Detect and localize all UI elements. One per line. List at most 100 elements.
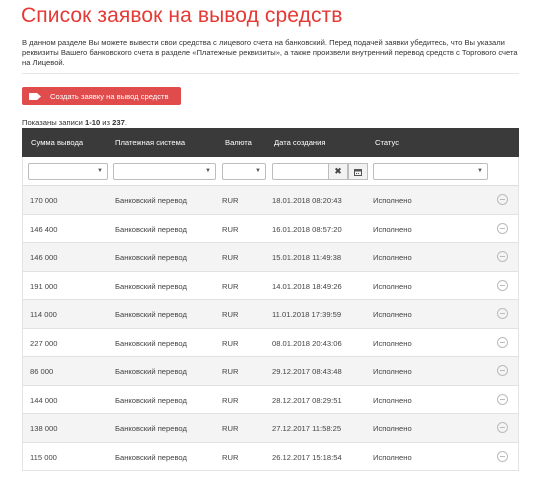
date-cell: 08.01.2018 20:43:06 [272, 338, 342, 348]
payment-system-cell: Банковский перевод [115, 424, 187, 433]
date-cell: 29.12.2017 08:43:48 [272, 367, 342, 376]
row-action-icon[interactable] [497, 251, 508, 262]
date-filter-input[interactable]: ✖ [272, 163, 368, 180]
payment-system-cell: Банковский перевод [115, 452, 187, 462]
date-cell: 11.01.2018 17:39:59 [272, 310, 342, 319]
table-row: 114 000 Банковский перевод RUR 11.01.2018 1… [22, 300, 519, 329]
tag-icon [29, 92, 41, 100]
column-currency[interactable]: Валюта [225, 138, 252, 147]
payment-system-cell: Банковский перевод [115, 310, 187, 319]
table-row: 146 400 Банковский перевод RUR 16.01.2018 0… [22, 214, 519, 243]
amount-cell: 227 000 [30, 338, 58, 348]
create-withdrawal-button[interactable]: Создать заявку на вывод средств [22, 87, 181, 105]
divider [22, 73, 519, 74]
table-row: 227 000 Банковский перевод RUR 08.01.2018 2… [22, 328, 519, 357]
currency-cell: RUR [222, 310, 239, 319]
filter-row: ▼ ▼ ▼ ✖ ▼ [22, 157, 519, 186]
clear-date-button[interactable]: ✖ [328, 163, 348, 180]
records-suffix: . [124, 118, 127, 127]
table-row: 115 000 Банковский перевод RUR 26.12.2017 1… [22, 442, 519, 471]
status-cell: Исполнено [373, 253, 412, 262]
amount-cell: 191 000 [30, 281, 58, 291]
status-cell: Исполнено [373, 395, 412, 405]
payment-system-cell: Банковский перевод [115, 338, 187, 348]
amount-cell: 115 000 [30, 452, 57, 462]
payment-system-cell: Банковский перевод [115, 367, 187, 376]
row-action-icon[interactable] [497, 308, 508, 319]
currency-cell: RUR [222, 424, 239, 433]
chevron-down-icon: ▼ [255, 168, 261, 174]
status-cell: Исполнено [373, 281, 412, 291]
amount-cell: 146 400 [30, 224, 58, 234]
records-total: 237 [112, 118, 125, 127]
records-info: Показаны записи 1-10 из 237. [22, 118, 127, 127]
table-row: 144 000 Банковский перевод RUR 28.12.2017 0… [22, 385, 519, 414]
currency-cell: RUR [222, 196, 239, 205]
table-row: 86 000 Банковский перевод RUR 29.12.2017 08… [22, 357, 519, 386]
chevron-down-icon: ▼ [97, 168, 103, 174]
column-date[interactable]: Дата создания [274, 138, 325, 147]
status-cell: Исполнено [373, 310, 412, 319]
calendar-button[interactable] [348, 163, 368, 180]
column-status[interactable]: Статус [375, 138, 399, 147]
currency-cell: RUR [222, 452, 239, 462]
row-action-icon[interactable] [497, 450, 508, 462]
calendar-icon [354, 168, 362, 176]
status-cell: Исполнено [373, 338, 412, 348]
chevron-down-icon: ▼ [477, 168, 483, 174]
currency-cell: RUR [222, 338, 239, 348]
amount-cell: 170 000 [30, 196, 58, 205]
create-withdrawal-label: Создать заявку на вывод средств [50, 91, 169, 101]
amount-filter-select[interactable]: ▼ [28, 163, 108, 180]
date-cell: 15.01.2018 11:49:38 [272, 253, 342, 262]
table-row: 146 000 Банковский перевод RUR 15.01.2018 1… [22, 243, 519, 272]
currency-cell: RUR [222, 367, 239, 376]
row-action-icon[interactable] [497, 279, 508, 291]
column-payment-system[interactable]: Платежная система [115, 138, 185, 147]
row-action-icon[interactable] [497, 222, 508, 234]
row-action-icon[interactable] [497, 365, 508, 376]
amount-cell: 138 000 [30, 424, 58, 433]
amount-cell: 114 000 [30, 310, 57, 319]
amount-cell: 144 000 [30, 395, 58, 405]
table-row: 138 000 Банковский перевод RUR 27.12.2017 1… [22, 414, 519, 443]
payment-system-cell: Банковский перевод [115, 281, 187, 291]
payment-system-cell: Банковский перевод [115, 253, 187, 262]
table-body: 170 000 Банковский перевод RUR 18.01.2018 0… [22, 186, 519, 471]
currency-cell: RUR [222, 395, 239, 405]
amount-cell: 146 000 [30, 253, 58, 262]
row-action-icon[interactable] [497, 393, 508, 405]
status-cell: Исполнено [373, 224, 412, 234]
status-cell: Исполнено [373, 367, 412, 376]
column-amount[interactable]: Сумма вывода [31, 138, 83, 147]
payment-system-filter-select[interactable]: ▼ [113, 163, 216, 180]
status-cell: Исполнено [373, 452, 412, 462]
withdrawals-table: Сумма вывода Платежная система Валюта Да… [22, 128, 519, 471]
intro-text: В данном разделе Вы можете вывести свои … [22, 38, 518, 67]
table-header: Сумма вывода Платежная система Валюта Да… [22, 128, 519, 157]
status-cell: Исполнено [373, 424, 412, 433]
table-row: 170 000 Банковский перевод RUR 18.01.2018 0… [22, 186, 519, 215]
currency-filter-select[interactable]: ▼ [222, 163, 266, 180]
table-row: 191 000 Банковский перевод RUR 14.01.2018 1… [22, 271, 519, 300]
payment-system-cell: Банковский перевод [115, 395, 187, 405]
date-cell: 16.01.2018 08:57:20 [272, 224, 342, 234]
status-filter-select[interactable]: ▼ [373, 163, 488, 180]
records-prefix: Показаны записи [22, 118, 85, 127]
amount-cell: 86 000 [30, 367, 54, 376]
currency-cell: RUR [222, 224, 239, 234]
currency-cell: RUR [222, 253, 239, 262]
records-range: 1-10 [84, 118, 101, 127]
close-icon: ✖ [334, 166, 342, 176]
date-cell: 28.12.2017 08:29:51 [272, 395, 342, 405]
payment-system-cell: Банковский перевод [115, 224, 187, 234]
chevron-down-icon: ▼ [205, 168, 211, 174]
row-action-icon[interactable] [497, 336, 508, 348]
currency-cell: RUR [222, 281, 239, 291]
row-action-icon[interactable] [497, 194, 508, 205]
payment-system-cell: Банковский перевод [115, 196, 187, 205]
row-action-icon[interactable] [497, 422, 508, 433]
date-cell: 27.12.2017 11:58:25 [272, 424, 342, 433]
date-cell: 26.12.2017 15:18:54 [272, 452, 342, 462]
records-middle: из [100, 118, 113, 127]
